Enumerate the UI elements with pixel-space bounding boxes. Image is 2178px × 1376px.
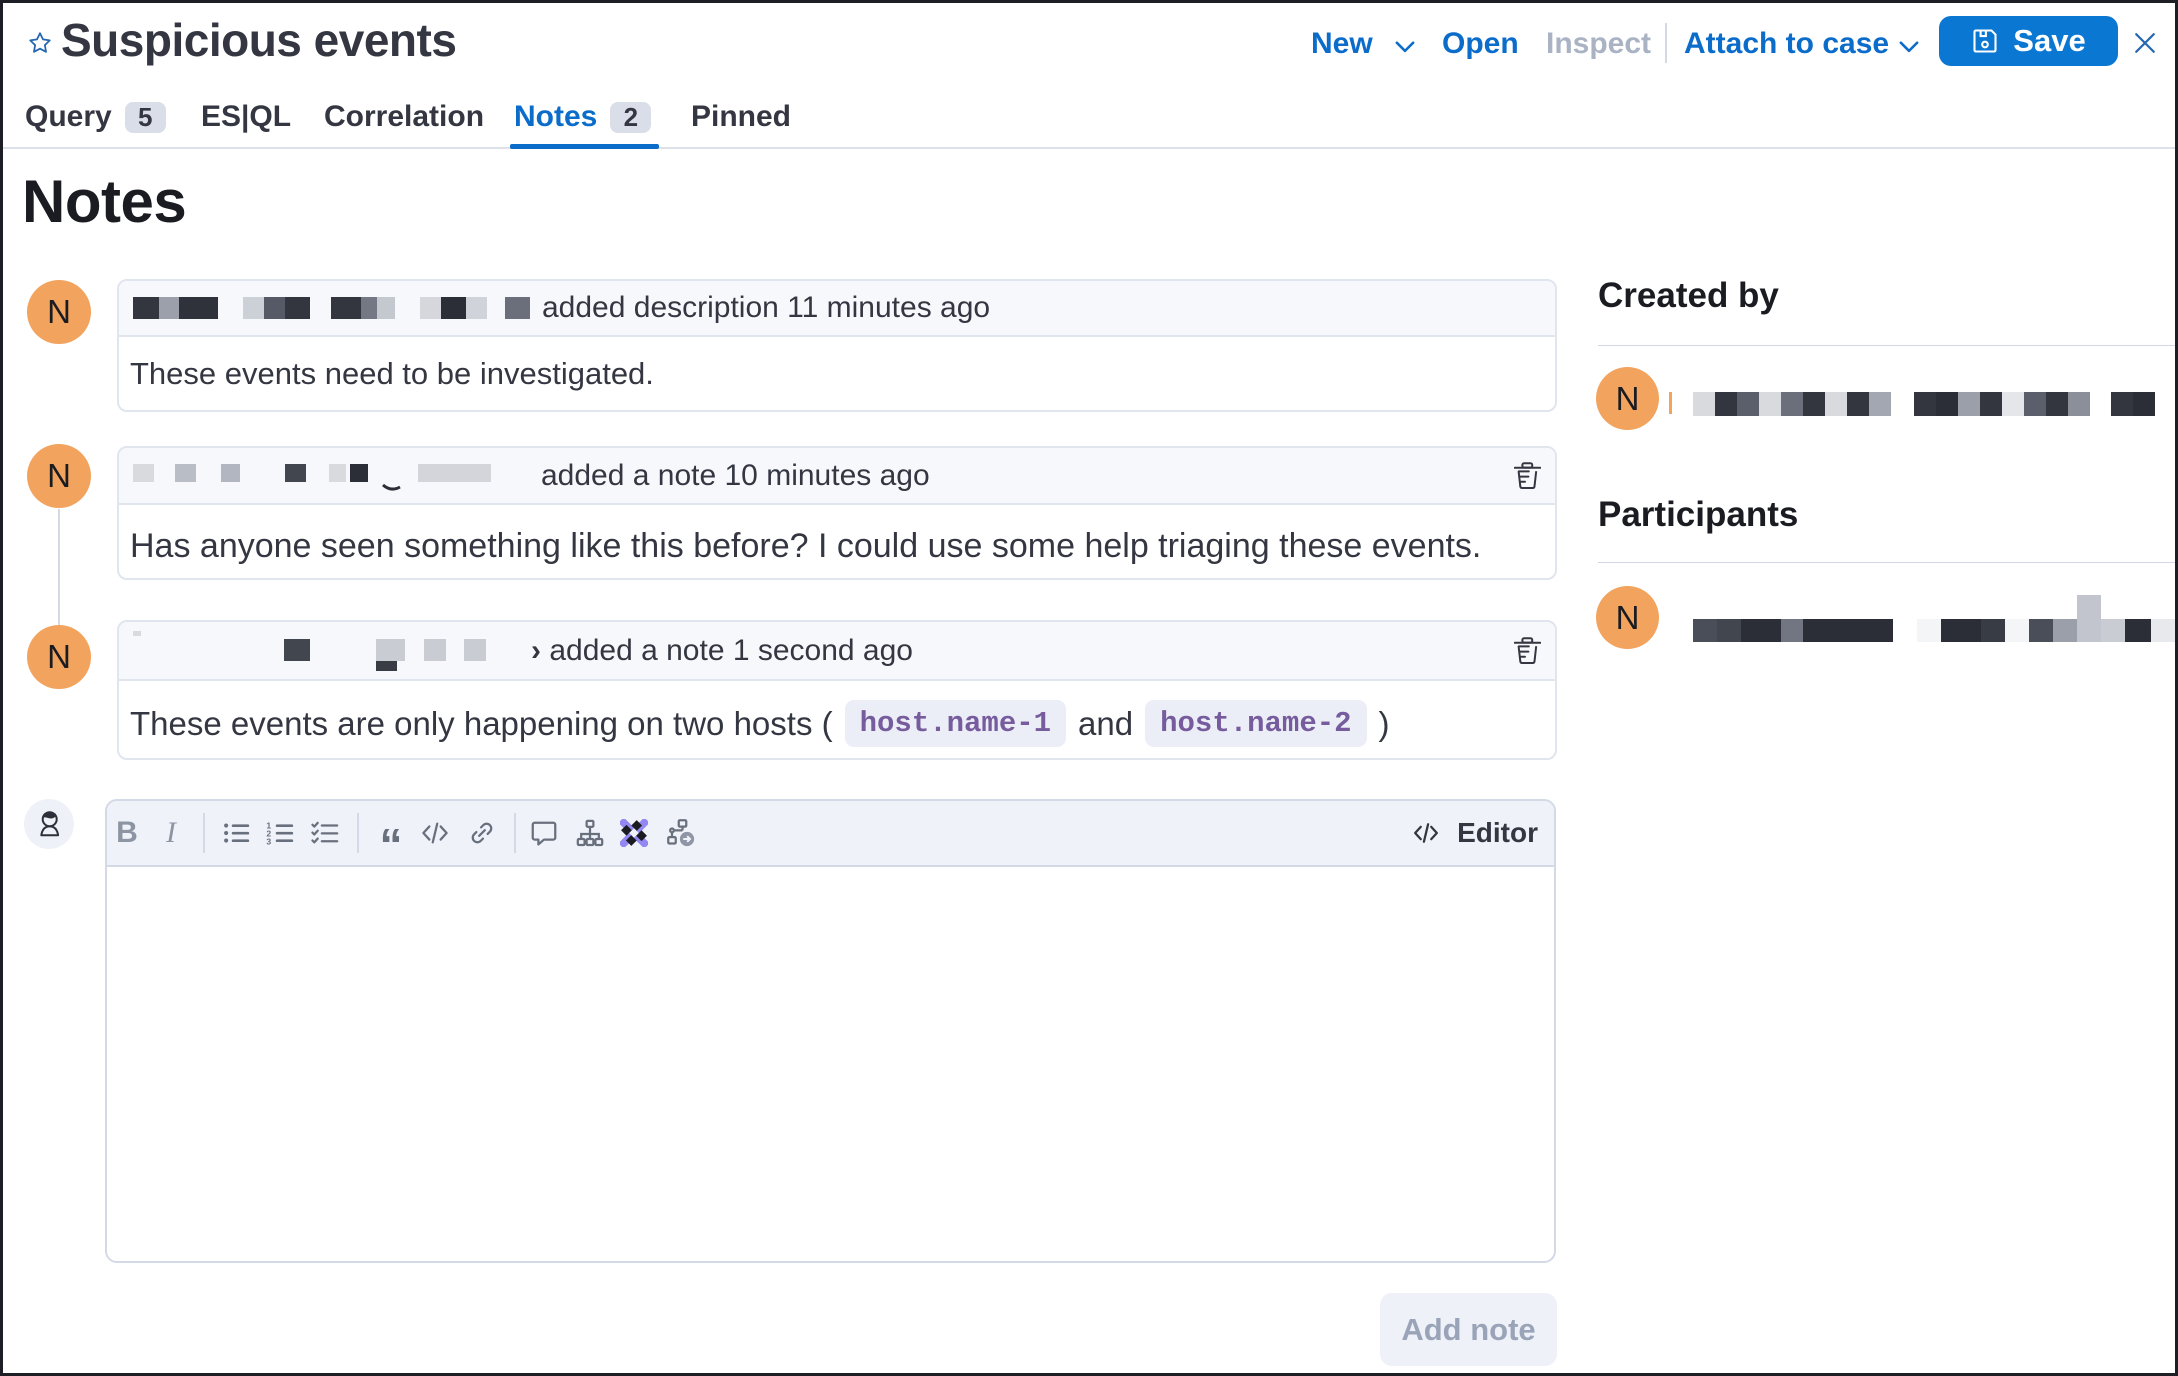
svg-text:3: 3 [266,836,271,846]
